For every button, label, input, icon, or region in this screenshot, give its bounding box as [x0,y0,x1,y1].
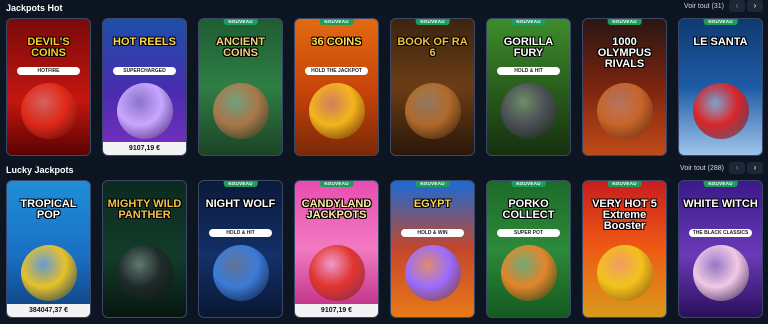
game-subtitle: HOLD & HIT [497,67,560,75]
view-all-link[interactable]: Voir tout (288) [680,165,724,172]
game-card[interactable]: NOUVEAU BOOK OF RA 6 [390,18,475,156]
game-card[interactable]: TROPICAL POP 384047,37 € [6,180,91,318]
game-card[interactable]: NOUVEAU NIGHT WOLF HOLD & HIT [198,180,283,318]
jackpot-amount: 9107,19 € [103,142,186,155]
game-artwork [116,245,173,301]
game-artwork [116,83,173,139]
game-title: EGYPT [413,198,452,210]
next-arrow-icon[interactable]: › [747,0,763,12]
game-title: HOT REELS [113,36,176,48]
game-title: GORILLA FURY [503,36,554,59]
game-card[interactable]: NOUVEAU WHITE WITCH THE BLACK CLASSICS [678,180,763,318]
game-subtitle: THE BLACK CLASSICS [689,229,752,237]
new-badge: NOUVEAU [703,181,738,187]
game-title: CANDYLAND JACKPOTS [301,198,372,221]
new-badge: NOUVEAU [511,181,546,187]
view-all-link[interactable]: Voir tout (31) [684,3,724,10]
game-title: TROPICAL POP [20,198,77,221]
game-artwork [308,245,365,301]
game-artwork [500,83,557,139]
section-title: Lucky Jackpots [6,165,74,175]
game-title: MIGHTY WILD PANTHER [107,198,182,221]
game-subtitle: HOLD & WIN [401,229,464,237]
game-subtitle: HOLD & HIT [209,229,272,237]
jackpot-amount: 9107,19 € [295,304,378,317]
game-title: NIGHT WOLF [205,198,276,210]
game-title: VERY HOT 5 Extreme Booster [592,198,657,232]
game-artwork [500,245,557,301]
new-badge: NOUVEAU [607,19,642,25]
new-badge: NOUVEAU [223,19,258,25]
game-card[interactable]: NOUVEAU EGYPT HOLD & WIN [390,180,475,318]
game-subtitle: SUPERCHARGED [113,67,176,75]
game-artwork [212,245,269,301]
jackpot-amount: 384047,37 € [7,304,90,317]
new-badge: NOUVEAU [415,19,450,25]
game-title: 1000 OLYMPUS RIVALS [597,36,652,70]
new-badge: NOUVEAU [703,19,738,25]
game-artwork [20,83,77,139]
game-subtitle: HOLD THE JACKPOT [305,67,368,75]
game-artwork [20,245,77,301]
game-title: DEVIL'S COINS [27,36,70,59]
game-card[interactable]: NOUVEAU LE SANTA [678,18,763,156]
section-title: Jackpots Hot [6,3,63,13]
game-subtitle: SUPER POT [497,229,560,237]
game-artwork [404,83,461,139]
new-badge: NOUVEAU [319,19,354,25]
game-card[interactable]: NOUVEAU PORKO COLLECT SUPER POT [486,180,571,318]
game-card[interactable]: NOUVEAU 36 COINS HOLD THE JACKPOT [294,18,379,156]
game-card[interactable]: NOUVEAU GORILLA FURY HOLD & HIT [486,18,571,156]
prev-arrow-icon[interactable]: ‹ [729,162,745,174]
game-card[interactable]: NOUVEAU VERY HOT 5 Extreme Booster [582,180,667,318]
game-title: 36 COINS [311,36,362,48]
prev-arrow-icon[interactable]: ‹ [729,0,745,12]
new-badge: NOUVEAU [607,181,642,187]
game-title: WHITE WITCH [683,198,758,210]
game-card[interactable]: HOT REELS SUPERCHARGED 9107,19 € [102,18,187,156]
new-badge: NOUVEAU [511,19,546,25]
game-title: LE SANTA [693,36,748,48]
game-title: PORKO COLLECT [502,198,555,221]
game-card[interactable]: NOUVEAU ANCIENT COINS [198,18,283,156]
game-title: ANCIENT COINS [216,36,265,59]
game-card[interactable]: MIGHTY WILD PANTHER [102,180,187,318]
game-card[interactable]: DEVIL'S COINS HOTFIRE [6,18,91,156]
new-badge: NOUVEAU [319,181,354,187]
game-card[interactable]: NOUVEAU CANDYLAND JACKPOTS 9107,19 € [294,180,379,318]
game-artwork [404,245,461,301]
game-artwork [692,245,749,301]
new-badge: NOUVEAU [415,181,450,187]
new-badge: NOUVEAU [223,181,258,187]
game-artwork [596,245,653,301]
game-card[interactable]: NOUVEAU 1000 OLYMPUS RIVALS [582,18,667,156]
next-arrow-icon[interactable]: › [747,162,763,174]
game-title: BOOK OF RA 6 [397,36,468,59]
game-artwork [596,83,653,139]
game-artwork [692,83,749,139]
game-artwork [212,83,269,139]
game-artwork [308,83,365,139]
game-subtitle: HOTFIRE [17,67,80,75]
